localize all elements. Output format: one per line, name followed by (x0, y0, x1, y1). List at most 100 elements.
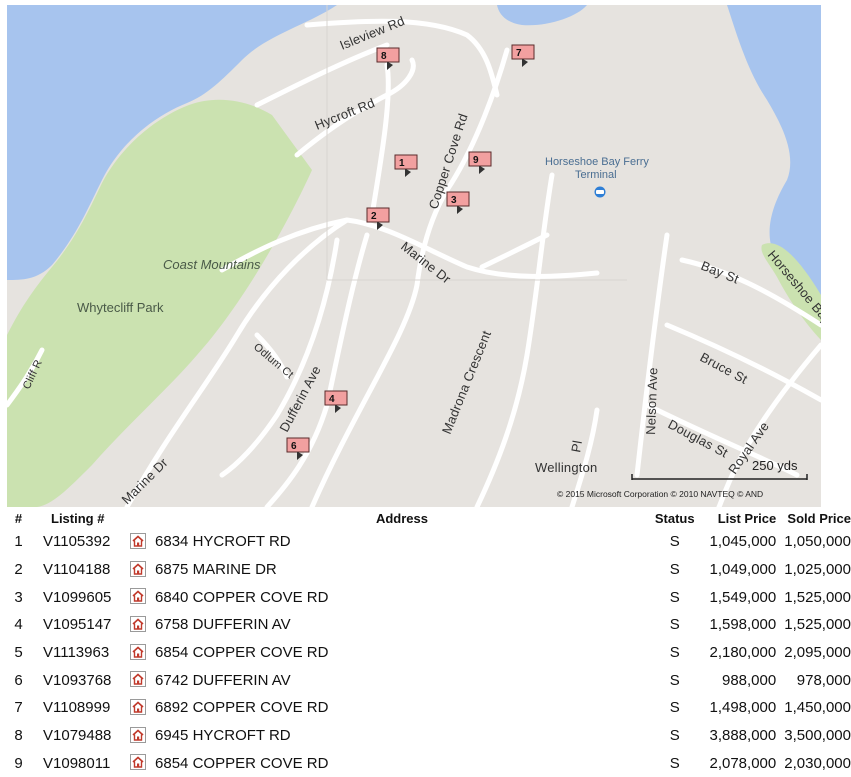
home-icon-cell[interactable] (130, 556, 155, 584)
sold-price-cell: 978,000 (796, 671, 851, 689)
home-icon-cell[interactable] (130, 694, 155, 722)
home-icon[interactable] (130, 698, 147, 717)
list-price-cell: 1,598,000 (709, 616, 777, 634)
label-whytecliff-park: Whytecliff Park (77, 300, 164, 315)
home-icon[interactable] (130, 671, 147, 689)
header-sold-price: Sold Price (787, 510, 851, 526)
sold-price-cell: 3,500,000 (784, 727, 851, 745)
map[interactable]: Isleview Rd Hycroft Rd Copper Cove Rd Ho… (7, 5, 821, 507)
status-cell: S (669, 561, 680, 579)
table-row[interactable]: 6 V1093768 6742 DUFFERIN AV S 988,000 978,000 (0, 666, 851, 694)
row-number: 9 (14, 754, 23, 772)
list-price-cell: 1,045,000 (709, 533, 777, 551)
scale-label: 250 yds (752, 458, 798, 473)
map-copyright: © 2015 Microsoft Corporation © 2010 NAVT… (557, 489, 763, 499)
home-icon-cell[interactable] (130, 639, 155, 667)
header-address: Address (375, 510, 428, 526)
status-cell: S (669, 644, 680, 662)
sold-price-cell: 2,030,000 (784, 754, 851, 772)
status-cell: S (669, 727, 680, 745)
home-icon[interactable] (130, 643, 147, 662)
address-cell: 6854 COPPER COVE RD (155, 644, 329, 662)
home-icon[interactable] (130, 560, 147, 579)
listing-number[interactable]: V1099605 (37, 583, 130, 611)
listing-number[interactable]: V1093768 (37, 666, 130, 694)
pin-number: 1 (399, 158, 405, 169)
table-header-row: # Listing # Address Status List Price So… (0, 508, 851, 528)
table-row[interactable]: 8 V1079488 6945 HYCROFT RD S 3,888,000 3,500,… (0, 722, 851, 750)
home-icon-cell[interactable] (130, 528, 155, 556)
row-number: 4 (14, 616, 23, 634)
table-row[interactable]: 2 V1104188 6875 MARINE DR S 1,049,000 1,025,0… (0, 556, 851, 584)
listing-number[interactable]: V1095147 (37, 611, 130, 639)
row-number: 5 (14, 644, 23, 662)
listing-number[interactable]: V1108999 (37, 694, 130, 722)
sold-price-cell: 1,525,000 (784, 616, 851, 634)
pin-number: 3 (451, 195, 457, 206)
row-number: 1 (14, 533, 23, 551)
address-cell: 6875 MARINE DR (155, 561, 277, 579)
listings-table: # Listing # Address Status List Price So… (0, 508, 851, 777)
home-icon-cell[interactable] (130, 583, 155, 611)
status-cell: S (669, 754, 680, 772)
table-row[interactable]: 1 V1105392 6834 HYCROFT RD S 1,045,000 1,050,… (0, 528, 851, 556)
address-cell: 6892 COPPER COVE RD (155, 699, 329, 717)
address-cell: 6945 HYCROFT RD (155, 727, 291, 745)
pin-number: 7 (516, 48, 522, 59)
label-ferry-2: Terminal (575, 169, 617, 181)
listings-table-container: # Listing # Address Status List Price So… (0, 508, 851, 777)
sold-price-cell: 2,095,000 (784, 644, 851, 662)
home-icon-cell[interactable] (130, 722, 155, 750)
table-row[interactable]: 3 V1099605 6840 COPPER COVE RD S 1,549,000 1,… (0, 583, 851, 611)
header-listing: Listing # (51, 510, 105, 526)
header-num: # (14, 510, 23, 526)
home-icon[interactable] (130, 726, 147, 745)
address-cell: 6840 COPPER COVE RD (155, 588, 329, 606)
map-canvas[interactable]: Isleview Rd Hycroft Rd Copper Cove Rd Ho… (7, 5, 821, 507)
table-row[interactable]: 5 V1113963 6854 COPPER COVE RD S 2,180,000 2,… (0, 639, 851, 667)
address-cell: 6834 HYCROFT RD (155, 533, 291, 551)
table-row[interactable]: 4 V1095147 6758 DUFFERIN AV S 1,598,000 1,525… (0, 611, 851, 639)
sold-price-cell: 1,025,000 (784, 561, 851, 579)
list-price-cell: 2,078,000 (709, 754, 777, 772)
home-icon-cell[interactable] (130, 750, 155, 777)
list-price-cell: 2,180,000 (709, 644, 777, 662)
home-icon-cell[interactable] (130, 666, 155, 694)
label-ferry-1: Horseshoe Bay Ferry (545, 156, 649, 168)
row-number: 2 (14, 561, 23, 579)
header-list-price: List Price (717, 510, 777, 526)
ferry-icon (594, 186, 606, 198)
row-number: 3 (14, 588, 23, 606)
address-cell: 6742 DUFFERIN AV (155, 671, 291, 689)
label-wellington: Wellington (535, 460, 597, 475)
sold-price-cell: 1,050,000 (784, 533, 851, 551)
address-cell: 6758 DUFFERIN AV (155, 616, 291, 634)
label-coast-mountains: Coast Mountains (163, 257, 261, 272)
home-icon[interactable] (130, 532, 147, 551)
row-number: 6 (14, 671, 23, 689)
table-row[interactable]: 9 V1098011 6854 COPPER COVE RD S 2,078,000 2,… (0, 750, 851, 777)
pin-number: 2 (371, 211, 377, 222)
home-icon[interactable] (130, 754, 147, 772)
listing-number[interactable]: V1105392 (37, 528, 130, 556)
list-price-cell: 988,000 (721, 671, 777, 689)
table-row[interactable]: 7 V1108999 6892 COPPER COVE RD S 1,498,000 1,… (0, 694, 851, 722)
listing-number[interactable]: V1113963 (37, 639, 130, 667)
listing-number[interactable]: V1098011 (37, 750, 130, 777)
status-cell: S (669, 588, 680, 606)
home-icon[interactable] (130, 615, 147, 634)
label-nelson: Nelson Ave (643, 367, 660, 435)
sold-price-cell: 1,525,000 (784, 588, 851, 606)
listing-number[interactable]: V1079488 (37, 722, 130, 750)
list-price-cell: 1,049,000 (709, 561, 777, 579)
status-cell: S (669, 533, 680, 551)
status-cell: S (669, 616, 680, 634)
pin-number: 9 (473, 155, 479, 166)
home-icon-cell[interactable] (130, 611, 155, 639)
listing-number[interactable]: V1104188 (37, 556, 130, 584)
table-body: 1 V1105392 6834 HYCROFT RD S 1,045,000 1,050,… (0, 528, 851, 777)
home-icon[interactable] (130, 588, 147, 606)
row-number: 7 (14, 699, 23, 717)
status-cell: S (669, 699, 680, 717)
pin-number: 8 (381, 51, 387, 62)
